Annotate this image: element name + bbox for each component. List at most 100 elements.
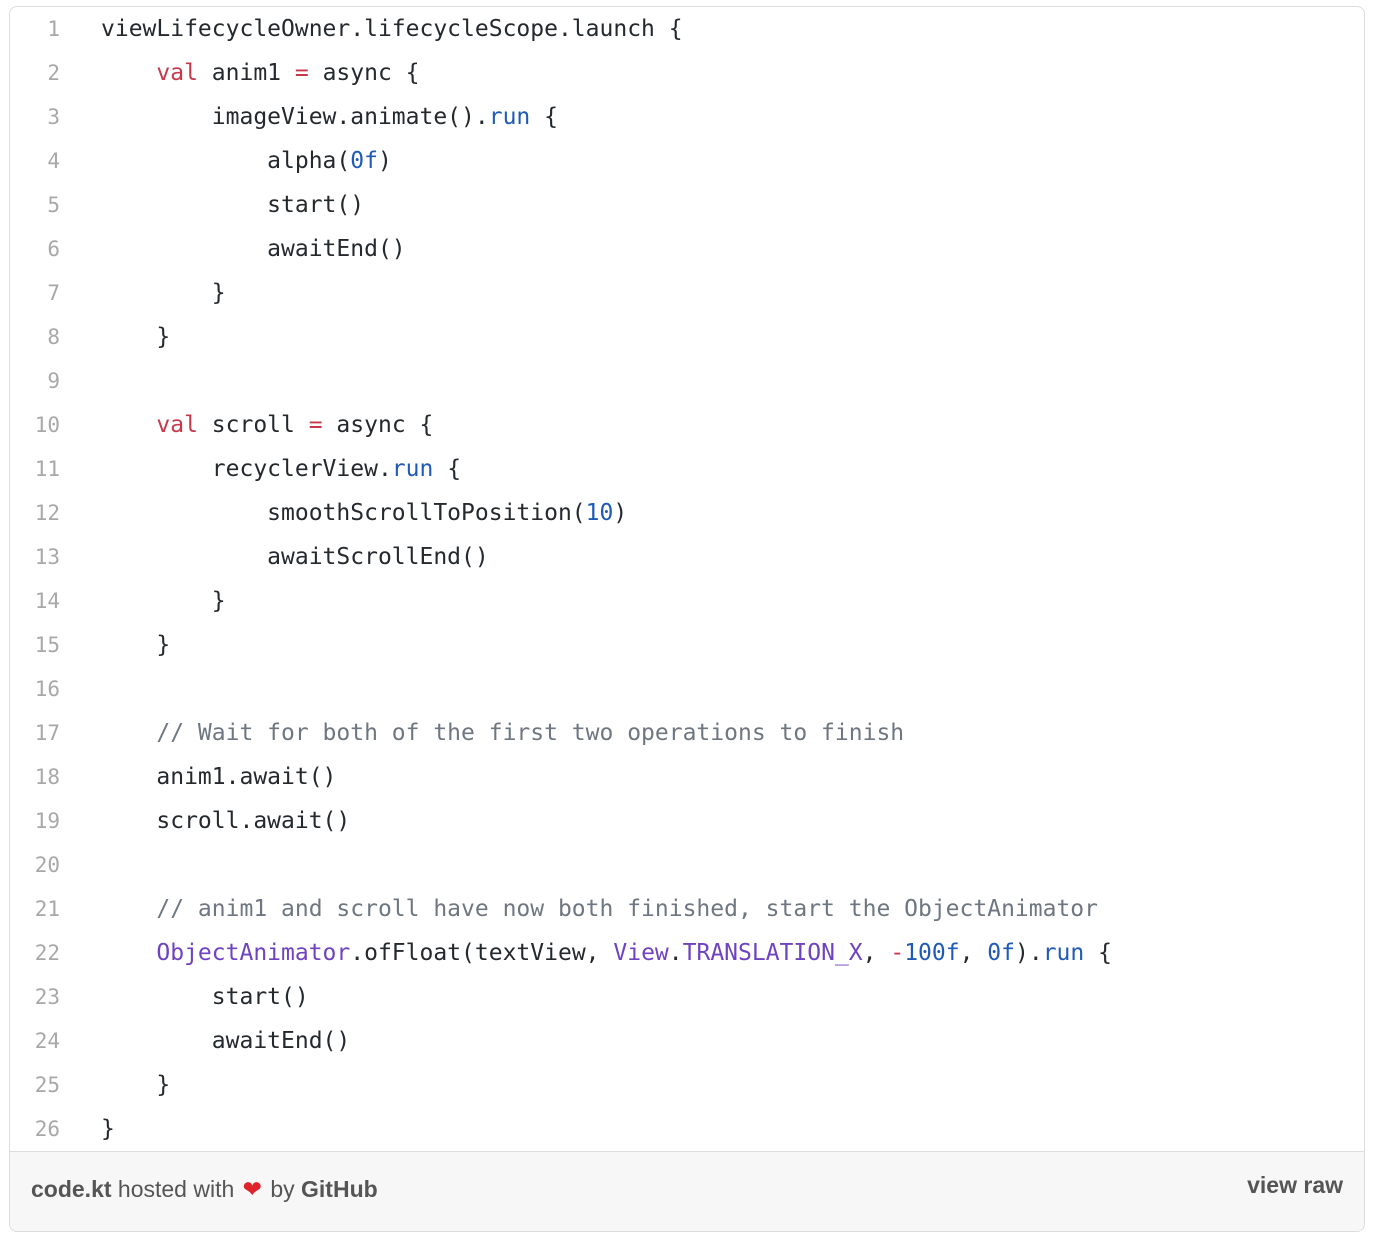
- code-line: 9: [10, 359, 1364, 403]
- code-line: 26}: [10, 1107, 1364, 1151]
- line-number[interactable]: 24: [10, 1019, 60, 1063]
- line-code: val anim1 = async {: [101, 51, 420, 95]
- code-token: }: [101, 324, 171, 350]
- code-line: 15 }: [10, 623, 1364, 667]
- line-number[interactable]: 1: [10, 7, 60, 51]
- line-code: // Wait for both of the first two operat…: [101, 711, 904, 755]
- code-token: recyclerView.: [101, 456, 392, 482]
- code-line: 22 ObjectAnimator.ofFloat(textView, View…: [10, 931, 1364, 975]
- line-code: awaitEnd(): [101, 227, 405, 271]
- line-number[interactable]: 2: [10, 51, 60, 95]
- view-raw-link[interactable]: view raw: [1247, 1172, 1343, 1199]
- code-line: 24 awaitEnd(): [10, 1019, 1364, 1063]
- line-number[interactable]: 22: [10, 931, 60, 975]
- code-token: async {: [308, 60, 420, 86]
- code-token: }: [101, 1116, 115, 1142]
- code-token: run: [1042, 940, 1085, 966]
- gist-meta: code.kt hosted with ❤ by GitHub: [31, 1176, 378, 1203]
- code-token: {: [1084, 940, 1112, 966]
- github-link[interactable]: GitHub: [301, 1176, 378, 1202]
- line-number[interactable]: 20: [10, 843, 60, 887]
- code-token: // anim1 and scroll have now both finish…: [101, 896, 1098, 922]
- file-link[interactable]: code.kt: [31, 1176, 112, 1202]
- code-line: 3 imageView.animate().run {: [10, 95, 1364, 139]
- line-code: }: [101, 1063, 170, 1107]
- code-token: 0f: [350, 148, 378, 174]
- line-code: val scroll = async {: [101, 403, 433, 447]
- code-token: ObjectAnimator: [156, 940, 351, 966]
- by-label: by: [270, 1176, 295, 1202]
- line-number[interactable]: 12: [10, 491, 60, 535]
- code-token: awaitScrollEnd(): [101, 544, 489, 570]
- line-code: start(): [101, 975, 309, 1019]
- code-line: 17 // Wait for both of the first two ope…: [10, 711, 1364, 755]
- line-number[interactable]: 21: [10, 887, 60, 931]
- code-token: run: [391, 456, 434, 482]
- code-line: 8 }: [10, 315, 1364, 359]
- code-token: val: [156, 412, 198, 438]
- code-line: 20: [10, 843, 1364, 887]
- code-token: 0f: [987, 940, 1015, 966]
- line-number[interactable]: 13: [10, 535, 60, 579]
- code-token: start(): [101, 192, 365, 218]
- line-number[interactable]: 25: [10, 1063, 60, 1107]
- code-token: async {: [322, 412, 434, 438]
- gist-footer: code.kt hosted with ❤ by GitHub view raw: [10, 1151, 1364, 1231]
- line-code: alpha(0f): [101, 139, 392, 183]
- code-token: ): [613, 500, 628, 526]
- line-number[interactable]: 3: [10, 95, 60, 139]
- line-number[interactable]: 9: [10, 359, 60, 403]
- line-code: // anim1 and scroll have now both finish…: [101, 887, 1098, 931]
- line-code: awaitEnd(): [101, 1019, 350, 1063]
- code-token: }: [101, 280, 226, 306]
- line-number[interactable]: 17: [10, 711, 60, 755]
- code-token: anim1: [197, 60, 295, 86]
- line-number[interactable]: 26: [10, 1107, 60, 1151]
- code-line: 1 viewLifecycleOwner.lifecycleScope.launc…: [10, 7, 1364, 51]
- line-number[interactable]: 16: [10, 667, 60, 711]
- code-token: 100f: [904, 940, 960, 966]
- code-token: }: [101, 632, 171, 658]
- code-line: 2 val anim1 = async {: [10, 51, 1364, 95]
- code-token: =: [294, 60, 309, 86]
- heart-icon: ❤: [242, 1177, 262, 1203]
- code-line: 18 anim1.await(): [10, 755, 1364, 799]
- line-code: anim1.await(): [101, 755, 336, 799]
- line-number[interactable]: 19: [10, 799, 60, 843]
- code-token: 10: [585, 500, 614, 526]
- code-token: alpha(: [101, 148, 351, 174]
- line-number[interactable]: 4: [10, 139, 60, 183]
- line-number[interactable]: 10: [10, 403, 60, 447]
- code-line: 13 awaitScrollEnd(): [10, 535, 1364, 579]
- line-code: recyclerView.run {: [101, 447, 461, 491]
- code-line: 11 recyclerView.run {: [10, 447, 1364, 491]
- code-token: {: [530, 104, 558, 130]
- line-code: }: [101, 315, 170, 359]
- line-number[interactable]: 8: [10, 315, 60, 359]
- line-number[interactable]: 7: [10, 271, 60, 315]
- line-code: }: [101, 623, 170, 667]
- line-number[interactable]: 5: [10, 183, 60, 227]
- line-number[interactable]: 15: [10, 623, 60, 667]
- code-line: 6 awaitEnd(): [10, 227, 1364, 271]
- code-token: ,: [959, 940, 988, 966]
- code-token: }: [101, 588, 226, 614]
- code-token: anim1.await(): [101, 764, 337, 790]
- code-token: val: [156, 60, 198, 86]
- code-token: run: [488, 104, 531, 130]
- line-number[interactable]: 11: [10, 447, 60, 491]
- code-token: =: [308, 412, 323, 438]
- code-line: 4 alpha(0f): [10, 139, 1364, 183]
- line-number[interactable]: 18: [10, 755, 60, 799]
- line-number[interactable]: 23: [10, 975, 60, 1019]
- code-token: ): [377, 148, 392, 174]
- code-token: scroll: [197, 412, 309, 438]
- code-token: ).: [1015, 940, 1043, 966]
- line-number[interactable]: 6: [10, 227, 60, 271]
- line-number[interactable]: 14: [10, 579, 60, 623]
- code-token: start(): [101, 984, 309, 1010]
- hosted-with-label: hosted with: [117, 1176, 235, 1202]
